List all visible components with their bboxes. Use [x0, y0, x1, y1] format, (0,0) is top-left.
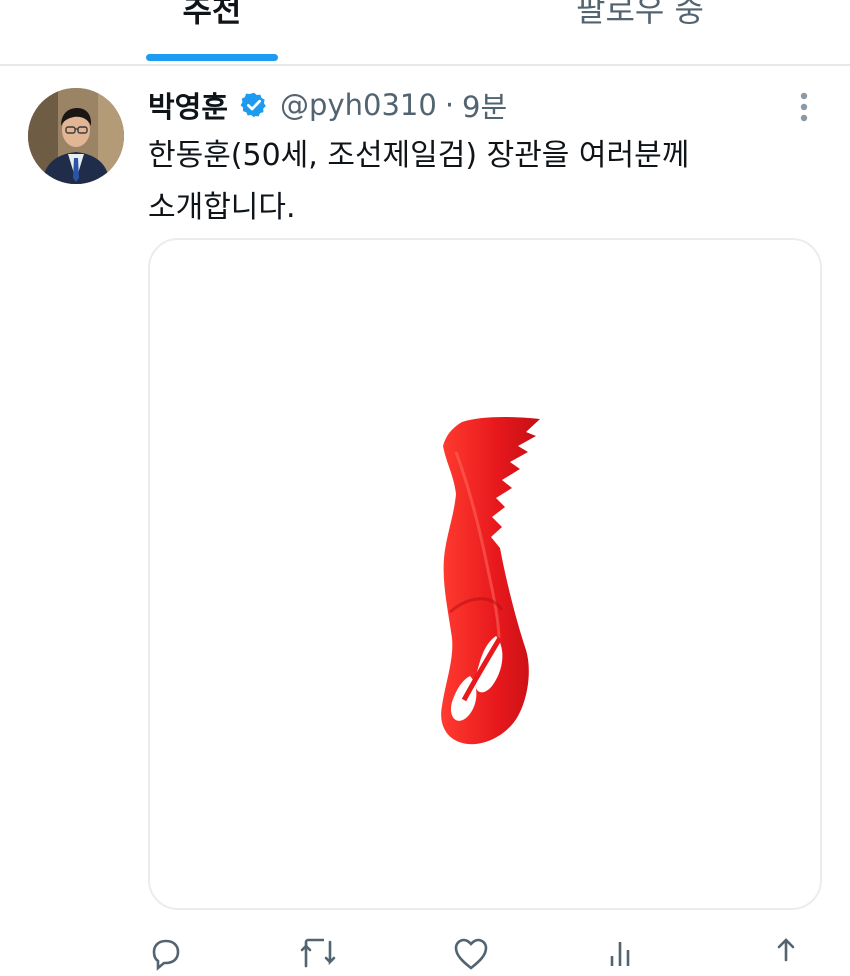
active-tab-indicator — [146, 54, 278, 61]
letter-opener-image — [441, 417, 540, 745]
tab-recommended[interactable]: 추천 — [146, 0, 278, 32]
heart-icon — [454, 938, 488, 970]
user-handle[interactable]: @pyh0310 — [280, 88, 437, 122]
like-button[interactable] — [452, 936, 498, 976]
tweet-text: 한동훈(50세, 조선제일검) 장관을 여러분께 소개합니다. — [148, 130, 798, 234]
timeline-tabs: 추천 팔로우 중 — [0, 0, 850, 66]
tweet-media-image[interactable] — [148, 238, 822, 910]
tab-following[interactable]: 팔로우 중 — [540, 0, 740, 32]
verified-badge-icon — [240, 91, 268, 119]
reply-button[interactable] — [148, 936, 192, 976]
avatar[interactable] — [28, 88, 124, 184]
separator-dot: · — [444, 88, 455, 122]
share-icon — [777, 938, 795, 962]
views-button[interactable] — [604, 936, 648, 976]
retweet-icon — [300, 938, 336, 968]
retweet-button[interactable] — [298, 936, 346, 976]
more-vertical-icon[interactable] — [788, 88, 820, 128]
tweet-header: 박영훈 @pyh0310 · 9분 — [148, 84, 507, 126]
tweet-text-line-2: 소개합니다. — [148, 190, 296, 225]
tweet-actions — [148, 928, 808, 971]
reply-icon — [152, 939, 180, 971]
display-name[interactable]: 박영훈 — [148, 84, 228, 126]
share-button[interactable] — [770, 936, 802, 976]
tweet-text-line-1: 한동훈(50세, 조선제일검) 장관을 여러분께 — [148, 138, 690, 173]
views-icon — [610, 942, 630, 966]
tweet-timestamp[interactable]: 9분 — [462, 84, 507, 126]
